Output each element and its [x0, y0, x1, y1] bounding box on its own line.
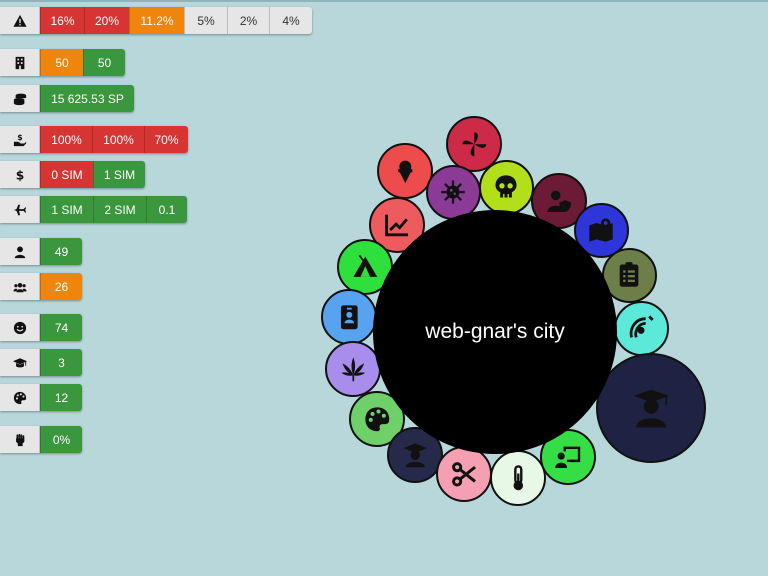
ice-cream-icon[interactable] — [377, 143, 433, 199]
thermometer-icon[interactable] — [490, 450, 546, 506]
satellite-icon[interactable] — [614, 301, 669, 356]
id-badge-icon[interactable] — [321, 289, 377, 345]
cannabis-icon[interactable] — [325, 341, 381, 397]
skull-icon[interactable] — [479, 160, 534, 215]
graduate-icon[interactable] — [596, 353, 706, 463]
city-center-circle[interactable]: web-gnar's city — [373, 210, 617, 454]
city-name: web-gnar's city — [425, 320, 565, 343]
scissors-icon[interactable] — [436, 446, 492, 502]
city-bubble-cluster: web-gnar's city — [0, 0, 768, 576]
